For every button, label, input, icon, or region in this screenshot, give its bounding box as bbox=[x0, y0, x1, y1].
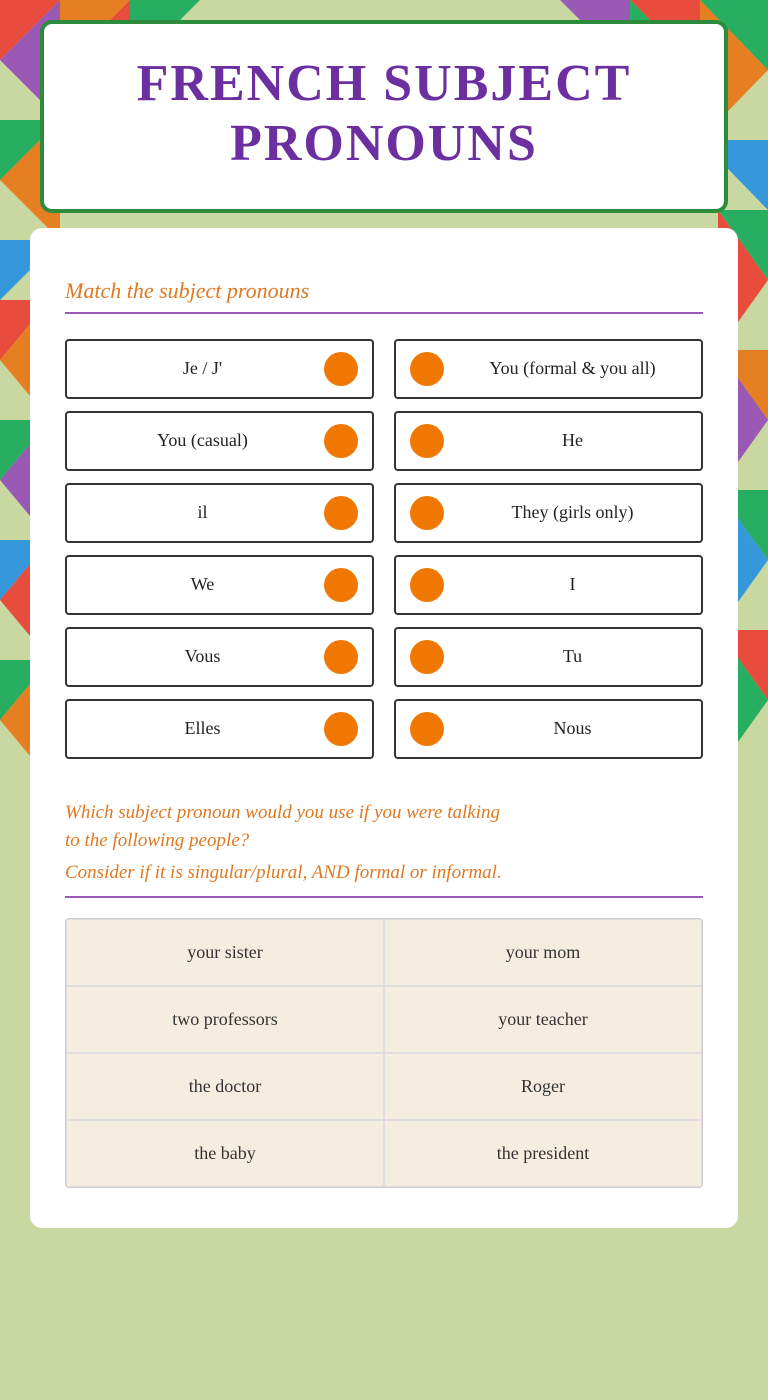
section2: Which subject pronoun would you use if y… bbox=[65, 799, 703, 898]
answer-row: two professors your teacher bbox=[66, 986, 702, 1053]
main-card: Match the subject pronouns Je / J' You (… bbox=[30, 228, 738, 1228]
connector-dot[interactable] bbox=[410, 496, 444, 530]
connector-dot[interactable] bbox=[324, 352, 358, 386]
match-label-left: Je / J' bbox=[81, 358, 324, 379]
match-item-right[interactable]: You (formal & you all) bbox=[394, 339, 703, 399]
match-item-right[interactable]: They (girls only) bbox=[394, 483, 703, 543]
connector-dot[interactable] bbox=[410, 352, 444, 386]
question-sub: Consider if it is singular/plural, AND f… bbox=[65, 862, 703, 884]
answer-cell[interactable]: the baby bbox=[66, 1120, 384, 1187]
match-label-right: You (formal & you all) bbox=[458, 358, 687, 379]
match-label-right: He bbox=[458, 430, 687, 451]
question-text: Which subject pronoun would you use if y… bbox=[65, 799, 703, 856]
connector-dot[interactable] bbox=[410, 424, 444, 458]
match-row: You (casual) He bbox=[65, 411, 703, 471]
connector-dot[interactable] bbox=[324, 424, 358, 458]
match-label-right: I bbox=[458, 574, 687, 595]
connector-dot[interactable] bbox=[410, 712, 444, 746]
match-row: We I bbox=[65, 555, 703, 615]
match-item-right[interactable]: Nous bbox=[394, 699, 703, 759]
match-label-left: You (casual) bbox=[81, 430, 324, 451]
answer-cell[interactable]: the doctor bbox=[66, 1053, 384, 1120]
match-label-left: il bbox=[81, 502, 324, 523]
page-title: FRENCH SUBJECT PRONOUNS bbox=[84, 54, 684, 174]
answer-cell[interactable]: your sister bbox=[66, 919, 384, 986]
header-card: FRENCH SUBJECT PRONOUNS bbox=[40, 20, 728, 213]
answer-row: the baby the president bbox=[66, 1120, 702, 1187]
connector-dot[interactable] bbox=[324, 712, 358, 746]
match-row: Vous Tu bbox=[65, 627, 703, 687]
match-item-left[interactable]: Vous bbox=[65, 627, 374, 687]
connector-dot[interactable] bbox=[410, 640, 444, 674]
match-label-left: Elles bbox=[81, 718, 324, 739]
connector-dot[interactable] bbox=[324, 496, 358, 530]
connector-dot[interactable] bbox=[324, 640, 358, 674]
answer-cell[interactable]: two professors bbox=[66, 986, 384, 1053]
match-label-left: Vous bbox=[81, 646, 324, 667]
match-item-right[interactable]: Tu bbox=[394, 627, 703, 687]
connector-dot[interactable] bbox=[324, 568, 358, 602]
match-item-left[interactable]: You (casual) bbox=[65, 411, 374, 471]
answer-cell[interactable]: your mom bbox=[384, 919, 702, 986]
answer-grid: your sister your mom two professors your… bbox=[65, 918, 703, 1188]
match-row: Elles Nous bbox=[65, 699, 703, 759]
answer-cell[interactable]: the president bbox=[384, 1120, 702, 1187]
match-item-right[interactable]: He bbox=[394, 411, 703, 471]
match-row: il They (girls only) bbox=[65, 483, 703, 543]
match-label-left: We bbox=[81, 574, 324, 595]
answer-cell[interactable]: your teacher bbox=[384, 986, 702, 1053]
answer-cell[interactable]: Roger bbox=[384, 1053, 702, 1120]
match-item-right[interactable]: I bbox=[394, 555, 703, 615]
match-label-right: Tu bbox=[458, 646, 687, 667]
match-label-right: They (girls only) bbox=[458, 502, 687, 523]
connector-dot[interactable] bbox=[410, 568, 444, 602]
match-label-right: Nous bbox=[458, 718, 687, 739]
answer-row: your sister your mom bbox=[66, 919, 702, 986]
match-item-left[interactable]: We bbox=[65, 555, 374, 615]
match-item-left[interactable]: Elles bbox=[65, 699, 374, 759]
section1-heading: Match the subject pronouns bbox=[65, 278, 703, 304]
match-row: Je / J' You (formal & you all) bbox=[65, 339, 703, 399]
match-item-left[interactable]: il bbox=[65, 483, 374, 543]
section1: Match the subject pronouns bbox=[65, 278, 703, 314]
answer-row: the doctor Roger bbox=[66, 1053, 702, 1120]
match-grid: Je / J' You (formal & you all) You (casu… bbox=[65, 339, 703, 759]
match-item-left[interactable]: Je / J' bbox=[65, 339, 374, 399]
